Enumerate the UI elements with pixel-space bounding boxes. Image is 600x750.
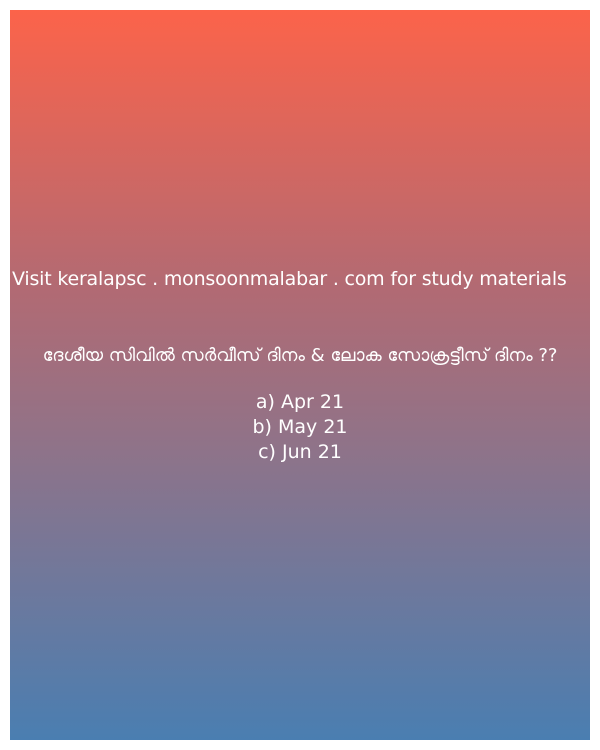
option-b: b) May 21	[252, 416, 348, 438]
options-list: a) Apr 21 b) May 21 c) Jun 21	[10, 390, 590, 465]
quiz-card: Visit keralapsc . monsoonmalabar . com f…	[10, 10, 590, 740]
option-a: a) Apr 21	[255, 391, 345, 413]
option-c: c) Jun 21	[258, 441, 342, 463]
question: ദേശീയ സിവിൽ സർവീസ് ദിനം & ലോക സോക്രട്ടീസ…	[10, 344, 590, 368]
question-text: ദേശീയ സിവിൽ സർവീസ് ദിനം & ലോക സോക്രട്ടീസ…	[42, 345, 558, 366]
promo-text: Visit keralapsc . monsoonmalabar . com f…	[12, 268, 567, 290]
